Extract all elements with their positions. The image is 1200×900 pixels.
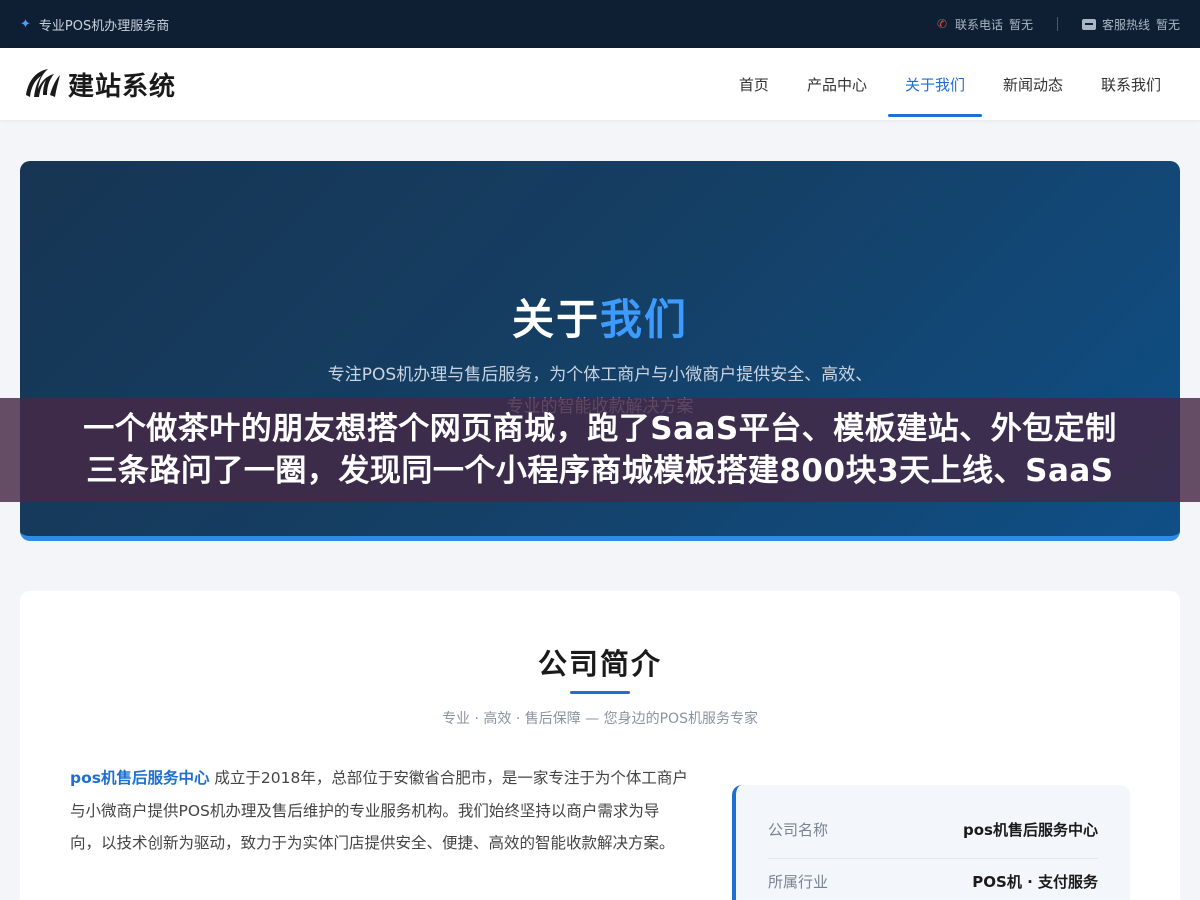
hotline-label: 客服热线 [1101,17,1150,32]
phone-value: 暂无 [1008,17,1033,32]
phone-contact[interactable]: ✆ 联系电话 暂无 [937,16,1033,33]
divider [1056,17,1058,31]
sparkle-icon: ✦ [20,16,31,32]
tagline-text: 专业POS机办理服务商 [38,18,170,34]
info-value: pos机售后服务中心 [963,821,1098,839]
section-subtitle: 专业 · 高效 · 售后保障 — 您身边的POS机服务专家 [442,711,758,727]
company-intro-section: 公司简介 专业 · 高效 · 售后保障 — 您身边的POS机服务专家 pos机售… [20,591,1180,900]
nav-item-news[interactable]: 新闻动态 [984,48,1082,120]
hero-title-plain: 关于 [511,295,600,344]
hero-subtitle-line1: 专注POS机办理与售后服务，为个体工商户与小微商户提供安全、高效、 [327,365,873,385]
chat-icon [1081,18,1096,30]
nav-item-about[interactable]: 关于我们 [886,48,984,120]
info-row: 公司名称 pos机售后服务中心 [768,815,1098,859]
info-row: 所属行业 POS机 · 支付服务 [768,859,1098,900]
company-intro-text: pos机售后服务中心 成立于2018年，总部位于安徽省合肥市，是一家专注于为个体… [70,762,690,860]
caption-overlay: 一个做茶叶的朋友想搭个网页商城，跑了SaaS平台、模板建站、外包定制 三条路问了… [0,398,1200,502]
topbar-tagline: ✦ 专业POS机办理服务商 [20,15,169,34]
caption-line-2: 三条路问了一圈，发现同一个小程序商城模板搭建800块3天上线、SaaS [86,453,1114,489]
info-label: 所属行业 [768,872,829,891]
company-brand-name: pos机售后服务中心 [70,769,210,787]
main-nav: 首页 产品中心 关于我们 新闻动态 联系我们 [720,48,1180,120]
section-title: 公司简介 [537,647,662,681]
nav-item-products[interactable]: 产品中心 [788,48,886,120]
section-title-underline [570,691,630,694]
top-bar: ✦ 专业POS机办理服务商 ✆ 联系电话 暂无 客服热线 暂无 [0,0,1200,48]
logo-text: 建站系统 [68,71,177,102]
site-logo[interactable]: 建站系统 [22,65,176,103]
nav-item-contact[interactable]: 联系我们 [1082,48,1180,120]
hero-title-highlight: 我们 [600,295,689,344]
topbar-contacts: ✆ 联系电话 暂无 客服热线 暂无 [937,16,1180,33]
caption-line-1: 一个做茶叶的朋友想搭个网页商城，跑了SaaS平台、模板建站、外包定制 [83,411,1117,447]
site-header: 建站系统 首页 产品中心 关于我们 新闻动态 联系我们 [0,48,1200,120]
logo-mark-icon [26,69,60,97]
nav-item-home[interactable]: 首页 [720,48,788,120]
phone-icon: ✆ [936,17,947,31]
phone-label: 联系电话 [954,17,1003,32]
company-info-card: 公司名称 pos机售后服务中心 所属行业 POS机 · 支付服务 [732,785,1130,900]
info-value: POS机 · 支付服务 [972,872,1098,891]
info-label: 公司名称 [768,821,829,839]
hotline-value: 暂无 [1155,17,1180,32]
hero-title: 关于我们 [20,286,1180,347]
hotline-contact[interactable]: 客服热线 暂无 [1081,16,1180,33]
